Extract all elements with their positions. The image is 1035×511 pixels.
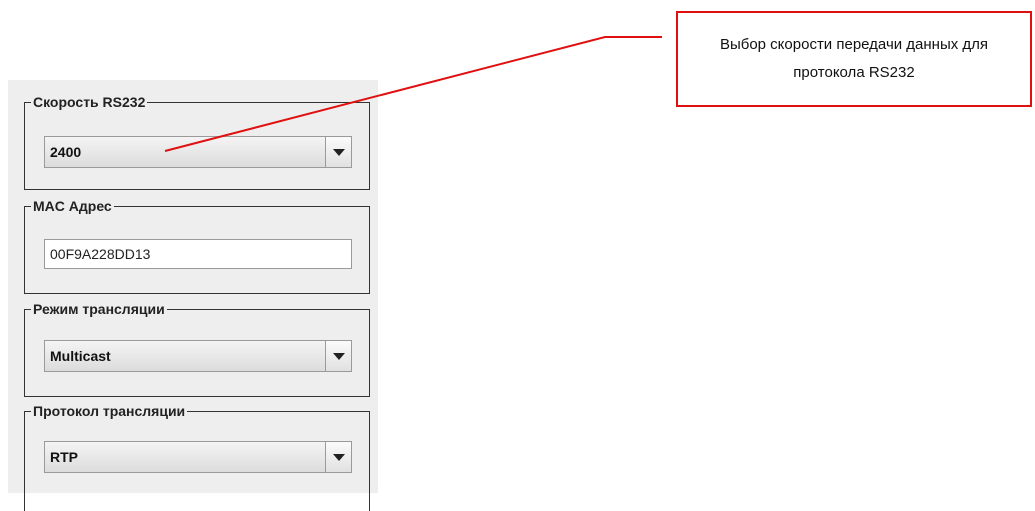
annotation-callout: Выбор скорости передачи данных для прото… [676,11,1032,107]
leader-line [164,36,662,152]
